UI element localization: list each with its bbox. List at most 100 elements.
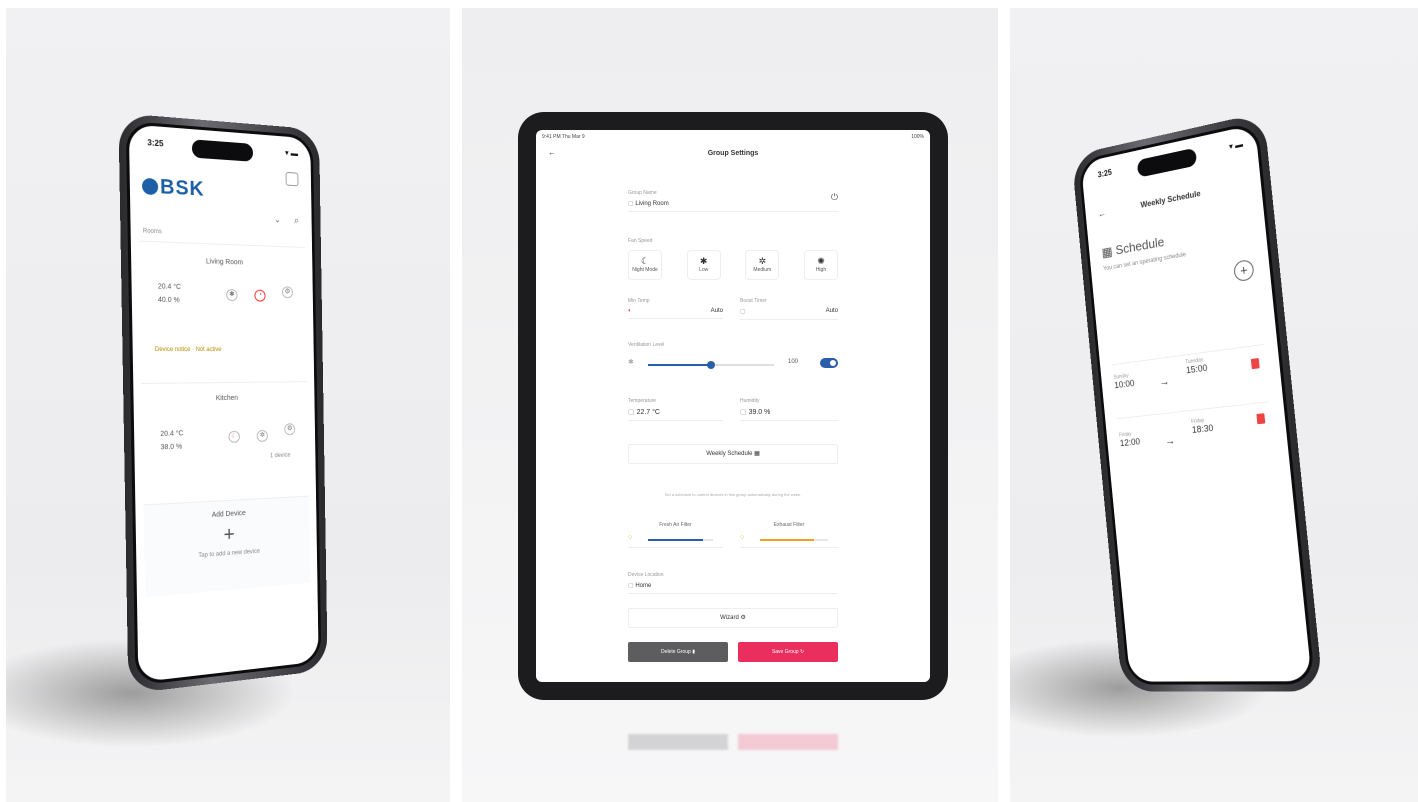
wizard-button[interactable]: Wizard ⚙ [628,608,838,628]
mode-medium[interactable]: ✲ Medium [745,250,780,280]
power-icon[interactable]: ◔ [254,289,266,302]
slider-knob[interactable] [707,361,715,369]
signal-icon: ▾ ▬ [284,148,299,159]
from-time: 10:00 [1113,378,1135,391]
fan-low-icon: ✱ [699,256,708,266]
chevron-down-icon[interactable]: ⌄ [274,214,281,225]
ventilation-section: Ventilation Level ✱ 100 [628,342,838,376]
arrow-right-icon: → [1158,375,1171,389]
settings-icon[interactable]: ⚙ [284,423,296,436]
room-temp: 20.4 °C [160,430,184,439]
min-temp-field[interactable]: ◐ Auto [628,304,723,319]
group-name-value: Living Room [635,201,669,207]
filter2-track [760,539,828,541]
arrow-right-icon: → [1164,434,1176,448]
humidity-value: 39.0 % [748,409,771,416]
search-icon[interactable]: ⌕ [294,215,299,226]
logo-text: BSK [159,175,205,201]
room-title: Living Room [205,258,244,267]
page-title: Group Settings [707,150,759,157]
trash-icon: ▮ [692,649,695,655]
wand-icon: ⚙ [740,615,746,621]
settings-icon[interactable]: ⚙ [281,286,294,299]
add-device-card[interactable]: Add Device + Tap to add a new device [143,495,311,598]
weekly-schedule-label: Weekly Schedule [706,451,753,457]
room-humidity: 38.0 % [160,443,183,452]
action-buttons: Delete Group ▮ Save Group ↻ [628,642,838,662]
night-icon[interactable]: ☾ [228,430,240,443]
profile-icon[interactable] [285,171,299,187]
status-time: 3:25 [1097,167,1113,180]
room-card-living[interactable]: Living Room 20.4 °C 40.0 % ✱ ◔ ⚙ Device … [138,240,307,375]
device-location-section: Device Location ▢ Home [628,572,838,594]
reflection-pink [738,734,838,750]
boost-field[interactable]: ▢ Auto [740,304,838,320]
battery-icon: 100% [911,134,924,140]
room-card-kitchen[interactable]: Kitchen 20.4 °C 38.0 % ☾ ✲ ⚙ 1 device [141,381,309,497]
left-phone: 3:25 ▾ ▬ BSK ⌕ ⌄ Rooms Living Room 20.4 … [118,112,328,694]
slider-fill [648,364,711,366]
mode-high[interactable]: ✺ High [803,250,838,280]
schedule-title: Schedule [1114,234,1165,258]
mode-night[interactable]: ☾ Night Mode [628,250,662,280]
filter-icon: ○ [740,534,745,541]
delete-icon[interactable] [1256,413,1266,425]
filter1-label: Fresh Air Filter [659,522,692,528]
logo-mark-icon [141,177,159,196]
group-name-section: Group Name ▢ Living Room ⏻ [628,190,838,212]
wizard-label: Wizard [720,615,739,621]
filter-section: Fresh Air Filter ○ Exhaust Filter ○ [628,522,838,552]
humidity-field: ▢ 39.0 % [740,404,838,421]
fan-speed-section: Fan Speed ☾ Night Mode ✱ Low ✲ Medium ✺ High [628,238,838,280]
room-humidity: 40.0 % [157,296,180,305]
fan-icon: ✱ [628,359,634,366]
fan-mode-list: ☾ Night Mode ✱ Low ✲ Medium ✺ High [628,250,838,280]
toggle-icon: ◐ [628,308,632,314]
mode-label: Low [699,267,709,273]
device-location-value: Home [635,583,652,589]
delete-icon[interactable] [1250,358,1260,370]
fan-medium-icon: ✲ [758,256,767,266]
droplet-icon: ▢ [740,409,749,416]
filter2-label: Exhaust Filter [773,522,805,528]
ventilation-value: 100 [787,359,798,365]
calendar-icon: ▦ [1101,243,1117,260]
mode-low[interactable]: ✱ Low [686,250,721,280]
device-location-field[interactable]: ▢ Home [628,578,838,594]
room-title: Kitchen [215,394,239,403]
reflection-gray [628,734,728,750]
tablet-screen: 9:41 PM Thu Mar 9 100% ← Group Settings … [536,130,930,682]
mode-label: Night Mode [632,267,658,273]
tablet-status-time: 9:41 PM Thu Mar 9 [542,134,585,140]
filter-icon: ○ [628,534,633,541]
to-time: 18:30 [1191,422,1214,435]
mode-label: High [815,267,827,273]
temperature-field: ▢ 22.7 °C [628,404,723,421]
temp-range-section: Min Temp ◐ Auto Boost Timer ▢ Auto [628,298,838,328]
fan-high-icon: ✺ [817,256,825,266]
brand-logo: BSK [141,175,205,202]
signal-icon: ▾ ▬ [1228,139,1244,152]
filter1-fill [648,539,704,541]
group-name-field[interactable]: ▢ Living Room [628,196,838,212]
schedule-hint: Set a schedule to control devices in thi… [664,492,802,497]
calendar-icon: ▦ [754,451,760,457]
room-note: Device notice · Not active [154,346,222,354]
thermometer-icon: ▢ [628,409,637,416]
power-icon[interactable]: ⏻ [831,192,838,203]
weekly-schedule-button[interactable]: Weekly Schedule ▦ [628,444,838,464]
status-time: 3:25 [147,137,164,149]
add-schedule-button[interactable]: + [1233,258,1255,283]
ventilation-toggle[interactable] [820,358,838,368]
save-group-button[interactable]: Save Group ↻ [738,642,838,662]
device-count: 1 device [269,452,291,460]
status-bar: 3:25 ▾ ▬ [1097,139,1243,179]
filter2-fill [760,539,815,541]
room-temp: 20.4 °C [157,283,182,292]
save-label: Save Group [771,649,799,655]
delete-group-button[interactable]: Delete Group ▮ [628,642,728,662]
fan-icon[interactable]: ✲ [256,429,268,443]
sensor-section: Temperature ▢ 22.7 °C Humidity ▢ 39.0 % [628,398,838,438]
ventilation-slider[interactable] [648,361,774,369]
fan-icon[interactable]: ✱ [226,288,238,302]
